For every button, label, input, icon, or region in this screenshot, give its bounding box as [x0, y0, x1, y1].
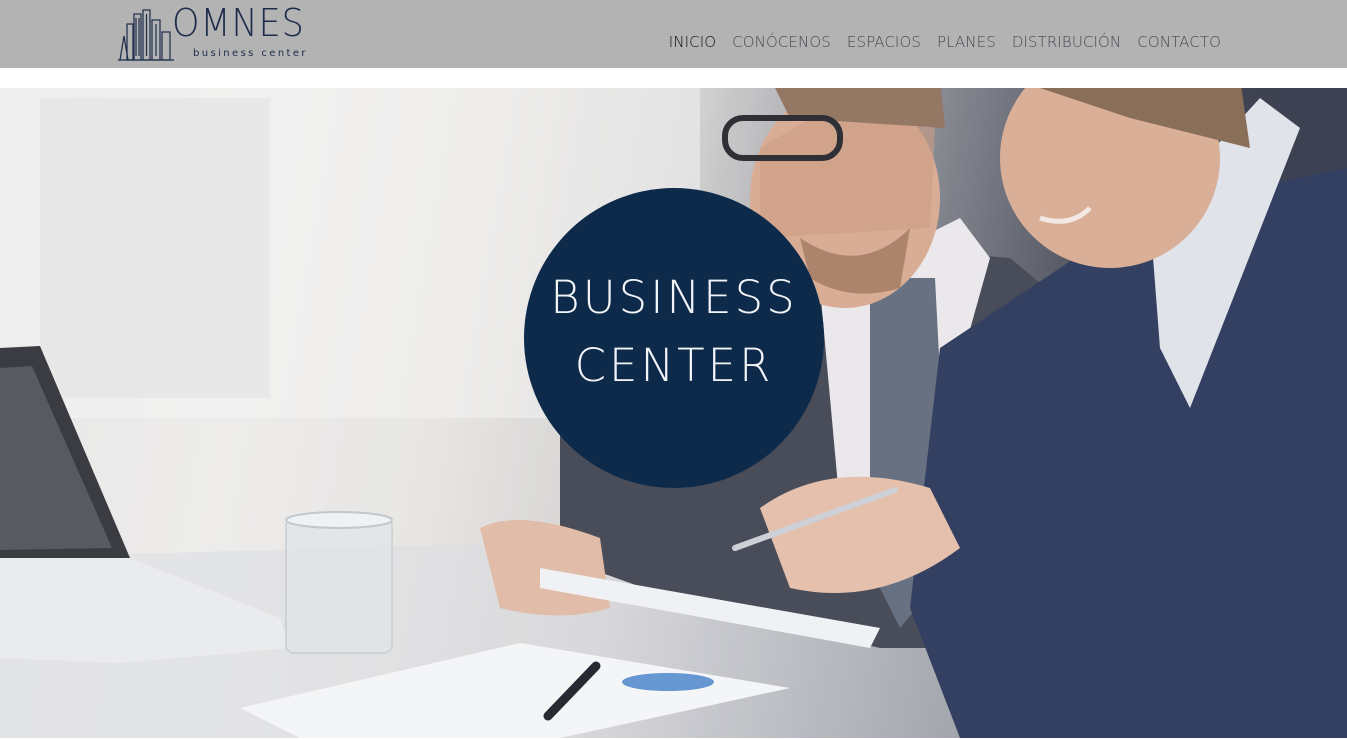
nav-item-distribucion[interactable]: DISTRIBUCIÓN — [1012, 33, 1121, 51]
logo-tagline: business center — [193, 48, 308, 59]
nav-item-contacto[interactable]: CONTACTO — [1137, 33, 1221, 51]
business-center-badge: BUSINESS CENTER — [524, 188, 824, 488]
logo-wordmark: OMNES — [172, 1, 305, 45]
hero-banner: BUSINESS CENTER — [0, 88, 1347, 738]
omnes-logo[interactable]: OMNES business center — [118, 1, 323, 62]
nav-item-espacios[interactable]: ESPACIOS — [847, 33, 921, 51]
main-nav: INICIO CONÓCENOS ESPACIOS PLANES DISTRIB… — [669, 33, 1221, 51]
nav-item-conocenos[interactable]: CONÓCENOS — [732, 33, 831, 51]
badge-line-center: CENTER — [574, 339, 774, 392]
city-buildings-icon — [118, 9, 174, 61]
badge-line-business: BUSINESS — [550, 271, 798, 324]
site-header: OMNES business center INICIO CONÓCENOS E… — [0, 0, 1347, 68]
nav-item-planes[interactable]: PLANES — [937, 33, 996, 51]
nav-item-inicio[interactable]: INICIO — [669, 33, 716, 51]
